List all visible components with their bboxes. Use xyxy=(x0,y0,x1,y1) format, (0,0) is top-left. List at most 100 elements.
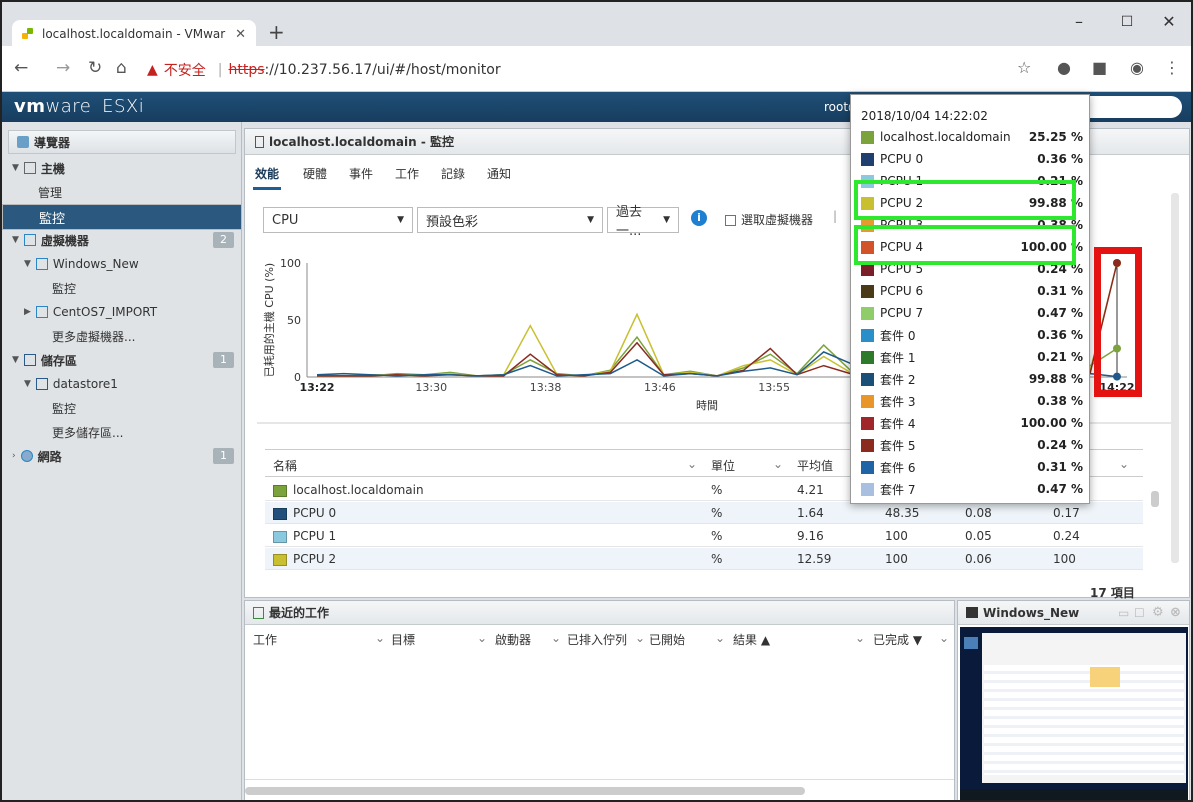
gear-icon[interactable]: ⚙ xyxy=(1152,605,1164,620)
menu-icon[interactable]: ⋮ xyxy=(1164,58,1180,77)
table-row[interactable]: PCPU 0% 1.64 48.35 0.08 0.17 xyxy=(265,502,1143,524)
series-swatch xyxy=(273,553,287,566)
tooltip-row: 套件 2 99.88 % xyxy=(861,369,1083,389)
home-icon[interactable]: ⌂ xyxy=(116,58,127,78)
row-avg: 9.16 xyxy=(797,529,824,543)
color-scheme-select[interactable]: 預設色彩 ▼ xyxy=(417,207,603,233)
col-name-sort-icon[interactable]: ⌄ xyxy=(687,457,697,471)
col-completed[interactable]: 已完成 ▼ xyxy=(873,631,922,648)
console-icon xyxy=(966,607,978,618)
sidebar-item-2[interactable]: 監控 xyxy=(2,204,242,230)
address-bar[interactable]: ▲ 不安全 | https ://10.237.56.17/ui/#/host/… xyxy=(147,60,501,80)
tab-hardware[interactable]: 硬體 xyxy=(303,165,327,182)
close-tab-icon[interactable]: ✕ xyxy=(235,27,246,42)
horizontal-scrollbar[interactable] xyxy=(245,787,805,795)
col-queued[interactable]: 已排入佇列 xyxy=(567,631,627,648)
col-result[interactable]: 結果 ▲ xyxy=(733,631,770,648)
col-name[interactable]: 名稱 xyxy=(273,457,297,474)
col-last-sort-icon[interactable]: ⌄ xyxy=(1119,457,1129,471)
vm-desktop-icon xyxy=(964,637,978,649)
col-completed-menu-icon[interactable]: ⌄ xyxy=(939,631,949,645)
tab-tasks[interactable]: 工作 xyxy=(395,165,419,182)
sidebar-item-10[interactable]: 監控 xyxy=(2,396,242,420)
extension-icon[interactable]: ● xyxy=(1057,58,1071,77)
sidebar-item-9[interactable]: ▼ datastore1 xyxy=(2,372,242,396)
sidebar-item-label: CentOS7_IMPORT xyxy=(52,305,158,319)
minimize-icon[interactable]: – xyxy=(1064,12,1094,31)
expand-toggle-icon[interactable]: ▼ xyxy=(24,379,31,389)
tooltip-series-value: 0.36 % xyxy=(1037,328,1083,342)
console-fullscreen-icon[interactable]: ☐ xyxy=(1134,606,1145,620)
col-task[interactable]: 工作 xyxy=(253,631,277,648)
col-result-menu-icon[interactable]: ⌄ xyxy=(855,631,865,645)
expand-toggle-icon[interactable]: › xyxy=(12,451,16,461)
vm-console-screenshot[interactable] xyxy=(960,627,1188,800)
tooltip-row: 套件 1 0.21 % xyxy=(861,347,1083,367)
console-window-icon[interactable]: ▭ xyxy=(1118,606,1129,620)
sidebar-item-label: 儲存區 xyxy=(40,353,77,368)
col-avg[interactable]: 平均值 xyxy=(797,457,833,474)
sidebar-item-12[interactable]: › 網路 1 xyxy=(2,444,242,468)
sidebar-item-0[interactable]: ▼ 主機 xyxy=(2,156,242,180)
reload-icon[interactable]: ↻ xyxy=(88,58,102,78)
store-icon xyxy=(35,378,48,390)
series-swatch xyxy=(861,394,874,408)
tooltip-series-value: 99.88 % xyxy=(1028,372,1083,386)
expand-toggle-icon[interactable]: ▼ xyxy=(12,235,19,245)
table-scrollbar[interactable] xyxy=(1151,491,1159,507)
tooltip-series-name: 套件 7 xyxy=(880,482,916,497)
sidebar-item-6[interactable]: ▶ CentOS7_IMPORT xyxy=(2,300,242,324)
info-icon[interactable]: i xyxy=(691,210,707,226)
new-tab-button[interactable]: + xyxy=(268,20,285,44)
tab-notifications[interactable]: 通知 xyxy=(487,165,511,182)
col-unit[interactable]: 單位 xyxy=(711,457,735,474)
col-started[interactable]: 已開始 xyxy=(649,631,685,648)
expand-toggle-icon[interactable]: ▼ xyxy=(12,163,19,173)
close-console-icon[interactable]: ⊗ xyxy=(1170,605,1181,620)
tooltip-series-value: 100.00 % xyxy=(1020,416,1083,430)
profile-icon[interactable]: ◉ xyxy=(1130,58,1144,77)
row-last: 100 xyxy=(1053,552,1076,566)
panel-title: localhost.localdomain - 監控 xyxy=(269,135,455,149)
col-unit-sort-icon[interactable]: ⌄ xyxy=(773,457,783,471)
table-row[interactable]: PCPU 2% 12.59 100 0.06 100 xyxy=(265,548,1143,570)
browser-tab[interactable]: localhost.localdomain - VMwar ✕ xyxy=(12,20,256,48)
tab-logs[interactable]: 記錄 xyxy=(441,165,465,182)
extension-2-icon[interactable]: ■ xyxy=(1092,58,1107,77)
col-queued-menu-icon[interactable]: ⌄ xyxy=(635,631,645,645)
sidebar-item-7[interactable]: 更多虛擬機器... xyxy=(2,324,242,348)
table-row[interactable]: PCPU 1% 9.16 100 0.05 0.24 xyxy=(265,525,1143,547)
maximize-icon[interactable]: ☐ xyxy=(1112,14,1142,30)
sidebar-item-3[interactable]: ▼ 虛擬機器 2 xyxy=(2,228,242,252)
series-swatch xyxy=(861,284,874,298)
metric-select[interactable]: CPU ▼ xyxy=(263,207,413,233)
expand-toggle-icon[interactable]: ▼ xyxy=(12,355,19,365)
col-initiator-menu-icon[interactable]: ⌄ xyxy=(551,631,561,645)
url-scheme: https xyxy=(228,62,265,78)
sidebar-item-11[interactable]: 更多儲存區... xyxy=(2,420,242,444)
sidebar-item-1[interactable]: 管理 xyxy=(2,180,242,204)
bookmark-star-icon[interactable]: ☆ xyxy=(1017,58,1031,77)
time-range-select[interactable]: 過去一... ▼ xyxy=(607,205,679,239)
back-icon[interactable]: ← xyxy=(14,58,28,78)
tab-performance[interactable]: 效能 xyxy=(252,165,282,190)
col-started-menu-icon[interactable]: ⌄ xyxy=(715,631,725,645)
col-task-menu-icon[interactable]: ⌄ xyxy=(375,631,385,645)
close-window-icon[interactable]: ✕ xyxy=(1154,12,1184,31)
tab-events[interactable]: 事件 xyxy=(349,165,373,182)
expand-toggle-icon[interactable]: ▼ xyxy=(24,259,31,269)
col-target[interactable]: 目標 xyxy=(391,631,415,648)
vmware-favicon-icon xyxy=(22,28,34,40)
col-target-menu-icon[interactable]: ⌄ xyxy=(477,631,487,645)
expand-toggle-icon[interactable]: ▶ xyxy=(24,307,31,317)
select-vms-button[interactable]: 選取虛擬機器 xyxy=(725,211,813,228)
col-initiator[interactable]: 啟動器 xyxy=(495,631,531,648)
row-name-text: PCPU 2 xyxy=(293,552,337,566)
sidebar-item-4[interactable]: ▼ Windows_New xyxy=(2,252,242,276)
tooltip-series-name: 套件 2 xyxy=(880,372,916,387)
panel-scrollbar[interactable] xyxy=(1171,193,1179,563)
forward-icon[interactable]: → xyxy=(56,58,70,78)
sidebar-item-8[interactable]: ▼ 儲存區 1 xyxy=(2,348,242,372)
sidebar-item-5[interactable]: 監控 xyxy=(2,276,242,300)
sidebar-item-label: 監控 xyxy=(52,401,77,416)
